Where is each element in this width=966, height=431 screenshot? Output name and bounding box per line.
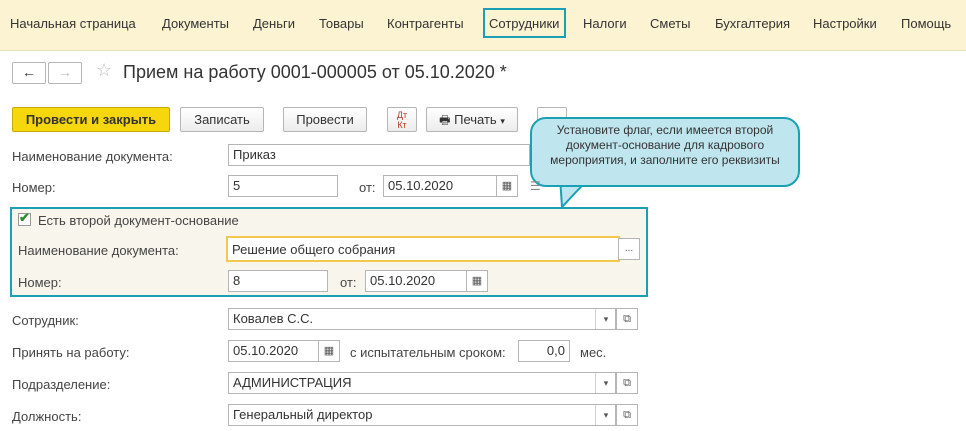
department-field[interactable]: АДМИНИСТРАЦИЯ xyxy=(228,372,616,394)
employee-label: Сотрудник: xyxy=(12,313,79,328)
menu-item-settings[interactable]: Настройки xyxy=(813,16,877,31)
menu-item-taxes[interactable]: Налоги xyxy=(583,16,627,31)
chevron-down-icon[interactable]: ▾ xyxy=(595,309,616,329)
hint-callout: Установите флаг, если имеется второй док… xyxy=(530,117,800,187)
menu-item-money[interactable]: Деньги xyxy=(253,16,295,31)
menu-item-estimates[interactable]: Сметы xyxy=(650,16,690,31)
kt-icon-label: Кт xyxy=(397,120,407,130)
second-basis-checkbox[interactable]: ✔ xyxy=(18,210,31,226)
print-button[interactable]: 🖶 Печать ▾ xyxy=(426,107,518,132)
menu-item-accounting[interactable]: Бухгалтерия xyxy=(715,16,790,31)
second-number-label: Номер: xyxy=(18,275,62,290)
second-doc-name-label: Наименование документа: xyxy=(18,243,179,258)
calendar-icon: ▦ xyxy=(471,275,483,287)
hint-callout-text: Установите флаг, если имеется второй док… xyxy=(550,123,780,167)
chevron-down-icon[interactable]: ▾ xyxy=(595,373,616,393)
dt-icon-label: Дт xyxy=(396,110,408,120)
menu-item-goods[interactable]: Товары xyxy=(319,16,364,31)
probation-field[interactable]: 0,0 xyxy=(518,340,570,362)
hire-date-field[interactable]: 05.10.2020 xyxy=(228,340,320,362)
back-button[interactable]: ← xyxy=(12,62,46,84)
dt-kt-button[interactable]: Дт Кт xyxy=(387,107,417,132)
chevron-down-icon[interactable]: ▾ xyxy=(595,405,616,425)
chevron-down-icon: ▾ xyxy=(500,116,505,126)
post-and-close-button[interactable]: Провести и закрыть xyxy=(12,107,170,132)
menu-item-counterparties[interactable]: Контрагенты xyxy=(387,16,464,31)
ellipsis-icon: ... xyxy=(624,243,634,254)
open-department-button[interactable]: ⧉ xyxy=(616,372,638,394)
position-label: Должность: xyxy=(12,409,82,424)
second-number-field[interactable]: 8 xyxy=(228,270,328,292)
second-calendar-button[interactable]: ▦ xyxy=(466,270,488,292)
menu-item-employees[interactable]: Сотрудники xyxy=(489,16,559,31)
calendar-icon: ▦ xyxy=(323,345,335,357)
save-button[interactable]: Записать xyxy=(180,107,264,132)
number-label: Номер: xyxy=(12,180,56,195)
checkmark-icon: ✔ xyxy=(19,210,30,225)
second-date-field[interactable]: 05.10.2020 xyxy=(365,270,467,292)
main-menu-bar: Начальная страница Документы Деньги Това… xyxy=(0,0,966,51)
hire-calendar-button[interactable]: ▦ xyxy=(318,340,340,362)
menu-item-help[interactable]: Помощь xyxy=(901,16,951,31)
doc-name-field[interactable]: Приказ xyxy=(228,144,530,166)
second-date-from-label: от: xyxy=(340,275,357,290)
page-title: Прием на работу 0001-000005 от 05.10.202… xyxy=(123,62,507,82)
department-label: Подразделение: xyxy=(12,377,111,392)
list-icon[interactable]: ☰ xyxy=(530,179,541,193)
print-label: Печать xyxy=(454,112,497,127)
forward-button[interactable]: → xyxy=(48,62,82,84)
menu-item-documents[interactable]: Документы xyxy=(162,16,229,31)
arrow-right-icon: → xyxy=(58,64,72,80)
favorite-star-icon[interactable]: ☆ xyxy=(96,60,112,81)
open-icon: ⧉ xyxy=(623,313,631,325)
employee-field[interactable]: Ковалев С.С. xyxy=(228,308,616,330)
second-doc-name-field[interactable]: Решение общего собрания xyxy=(226,236,620,262)
open-icon: ⧉ xyxy=(623,409,631,421)
select-button[interactable]: ... xyxy=(618,238,640,260)
number-field[interactable]: 5 xyxy=(228,175,338,197)
probation-unit-label: мес. xyxy=(580,345,607,360)
calendar-button[interactable]: ▦ xyxy=(496,175,518,197)
open-position-button[interactable]: ⧉ xyxy=(616,404,638,426)
position-field[interactable]: Генеральный директор xyxy=(228,404,616,426)
second-basis-checkbox-label[interactable]: Есть второй документ-основание xyxy=(38,213,239,228)
post-button[interactable]: Провести xyxy=(283,107,367,132)
arrow-left-icon: ← xyxy=(22,64,36,80)
calendar-icon: ▦ xyxy=(501,180,513,192)
open-employee-button[interactable]: ⧉ xyxy=(616,308,638,330)
printer-icon: 🖶 xyxy=(439,113,451,127)
date-from-label: от: xyxy=(359,180,376,195)
menu-item-home[interactable]: Начальная страница xyxy=(10,16,136,31)
probation-label: с испытательным сроком: xyxy=(350,345,506,360)
hire-label: Принять на работу: xyxy=(12,345,130,360)
open-icon: ⧉ xyxy=(623,377,631,389)
doc-name-label: Наименование документа: xyxy=(12,149,173,164)
date-field[interactable]: 05.10.2020 xyxy=(383,175,497,197)
